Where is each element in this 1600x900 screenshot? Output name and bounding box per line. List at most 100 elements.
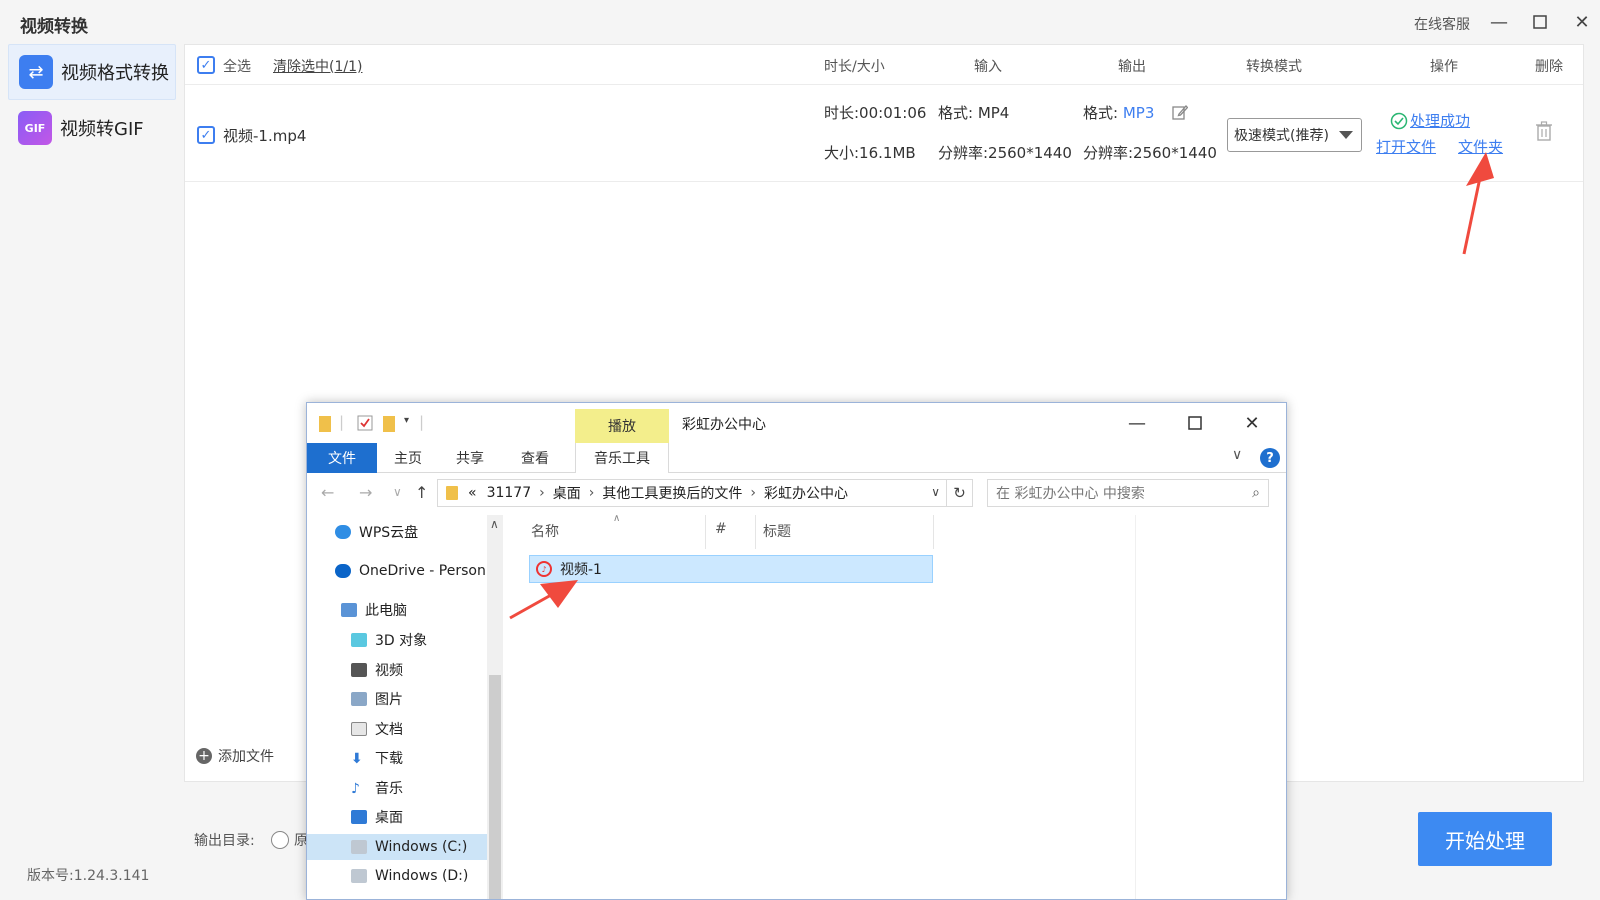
play-context-tab[interactable]: 播放: [575, 409, 669, 443]
nav-scrollbar[interactable]: ∧: [487, 515, 503, 899]
help-icon[interactable]: ?: [1260, 448, 1280, 468]
trash-icon[interactable]: [1535, 121, 1553, 141]
tree-item-label: 文档: [375, 722, 403, 738]
divider: |: [339, 413, 345, 431]
tree-item-label: WPS云盘: [359, 525, 419, 541]
tree-item-onedrive[interactable]: OneDrive - Person: [335, 558, 486, 584]
tree-item-videos[interactable]: 视频: [351, 657, 403, 683]
cloud-icon: [335, 525, 351, 539]
tree-item-music[interactable]: ♪ 音乐: [351, 775, 403, 801]
tree-item-label: 音乐: [375, 781, 403, 797]
tab-view[interactable]: 查看: [503, 443, 567, 473]
chevron-down-icon[interactable]: ∨: [1232, 447, 1242, 463]
back-arrow-icon[interactable]: ←: [321, 483, 334, 502]
breadcrumb-desktop[interactable]: 桌面: [553, 483, 581, 503]
file-explorer-window: | ▾ | 播放 彩虹办公中心 — ✕ 文件 主页 共享 查看 音乐工具 ∨ ?…: [306, 402, 1287, 900]
sidebar-item-label: 视频格式转换: [61, 63, 169, 84]
output-format-value[interactable]: MP3: [1123, 104, 1155, 122]
add-file-button[interactable]: + 添加文件: [196, 746, 274, 766]
status-text[interactable]: 处理成功: [1410, 110, 1470, 131]
tree-item-drive-d[interactable]: Windows (D:): [351, 863, 468, 889]
tab-home[interactable]: 主页: [377, 443, 439, 473]
app-title: 视频转换: [20, 17, 88, 37]
online-service-link[interactable]: 在线客服: [1414, 14, 1470, 34]
search-placeholder: 在 彩虹办公中心 中搜索: [996, 486, 1145, 502]
breadcrumb-overflow[interactable]: «: [468, 485, 477, 501]
properties-icon[interactable]: [357, 415, 373, 431]
computer-icon: [341, 603, 357, 617]
select-all-label[interactable]: 全选: [223, 56, 251, 76]
sidebar-item-video-convert[interactable]: ⇄ 视频格式转换: [8, 44, 176, 100]
title-bar: 视频转换 在线客服 — ✕: [0, 0, 1600, 44]
tree-item-3d-objects[interactable]: 3D 对象: [351, 627, 427, 653]
plus-circle-icon: +: [196, 748, 212, 764]
close-icon[interactable]: ✕: [1240, 411, 1264, 435]
maximize-icon[interactable]: [1183, 411, 1207, 435]
up-arrow-icon[interactable]: ↑: [415, 483, 428, 502]
chevron-up-icon[interactable]: ∧: [490, 517, 499, 531]
sidebar-item-video-gif[interactable]: GIF 视频转GIF: [8, 100, 176, 156]
recent-locations-icon[interactable]: ∨: [393, 485, 402, 499]
onedrive-icon: [335, 564, 351, 578]
col-mode: 转换模式: [1246, 59, 1302, 75]
output-format: 格式: MP3: [1083, 102, 1154, 123]
tree-item-desktop[interactable]: 桌面: [351, 804, 403, 830]
column-divider[interactable]: [705, 515, 706, 549]
tree-item-drive-c[interactable]: Windows (C:): [307, 834, 487, 860]
search-input[interactable]: 在 彩虹办公中心 中搜索 ⌕: [987, 479, 1269, 507]
minimize-icon[interactable]: —: [1487, 10, 1511, 34]
chevron-down-icon: [1339, 131, 1353, 139]
divider: [1135, 515, 1136, 899]
check-circle-icon: [1390, 112, 1408, 129]
address-bar[interactable]: « 31177 › 桌面 › 其他工具更换后的文件 › 彩虹办公中心 ∨: [437, 479, 947, 507]
minimize-icon[interactable]: —: [1125, 411, 1149, 435]
breadcrumb-31177[interactable]: 31177: [487, 485, 532, 501]
forward-arrow-icon[interactable]: →: [359, 483, 372, 502]
breadcrumb-other-tools[interactable]: 其他工具更换后的文件: [602, 483, 742, 503]
tab-share[interactable]: 共享: [439, 443, 501, 473]
output-dir-radio[interactable]: [271, 831, 289, 849]
customize-quick-access-icon[interactable]: ▾: [404, 415, 409, 426]
clear-selected-link[interactable]: 清除选中(1/1): [273, 56, 362, 76]
tab-file[interactable]: 文件: [307, 443, 377, 473]
column-divider[interactable]: [933, 515, 934, 549]
column-divider[interactable]: [755, 515, 756, 549]
sidebar: ⇄ 视频格式转换 GIF 视频转GIF: [0, 44, 180, 900]
explorer-title: 彩虹办公中心: [682, 417, 766, 433]
open-folder-link[interactable]: 文件夹: [1458, 136, 1503, 157]
tree-item-wps-cloud[interactable]: WPS云盘: [335, 519, 418, 545]
col-title[interactable]: 标题: [763, 521, 791, 541]
new-folder-icon[interactable]: [383, 416, 395, 432]
breadcrumb-current[interactable]: 彩虹办公中心: [764, 483, 848, 503]
input-resolution: 分辨率:2560*1440: [938, 144, 1072, 162]
edit-icon[interactable]: [1172, 104, 1188, 120]
start-process-button[interactable]: 开始处理: [1418, 812, 1552, 866]
close-icon[interactable]: ✕: [1570, 10, 1594, 34]
col-name[interactable]: 名称: [531, 521, 559, 541]
scrollbar-thumb[interactable]: [489, 675, 501, 899]
tree-item-label: 3D 对象: [375, 633, 428, 649]
list-item[interactable]: ♪ 视频-1: [529, 555, 933, 583]
chevron-down-icon[interactable]: ∨: [931, 485, 940, 499]
cube-icon: [351, 633, 367, 647]
col-number[interactable]: #: [715, 521, 727, 537]
sort-ascending-icon: ∧: [613, 513, 621, 524]
conversion-mode-select[interactable]: 极速模式(推荐): [1227, 118, 1362, 152]
tree-item-pictures[interactable]: 图片: [351, 686, 403, 712]
tree-item-this-pc[interactable]: 此电脑: [341, 597, 407, 623]
open-file-link[interactable]: 打开文件: [1376, 136, 1436, 157]
maximize-square: [1188, 416, 1202, 430]
row-checkbox[interactable]: ✓: [197, 126, 215, 144]
search-icon[interactable]: ⌕: [1252, 485, 1260, 501]
select-all-checkbox[interactable]: ✓: [197, 56, 215, 74]
tree-item-label: Windows (C:): [375, 839, 468, 855]
mode-select-value: 极速模式(推荐): [1234, 128, 1329, 144]
col-output: 输出: [1118, 59, 1146, 75]
maximize-icon[interactable]: [1528, 10, 1552, 34]
tree-item-documents[interactable]: 文档: [351, 716, 403, 742]
tab-music-tools[interactable]: 音乐工具: [575, 443, 669, 473]
refresh-icon[interactable]: ↻: [947, 479, 973, 507]
maximize-square: [1533, 15, 1547, 29]
tree-item-downloads[interactable]: ⬇ 下载: [351, 745, 403, 771]
desktop-icon: [351, 810, 367, 824]
